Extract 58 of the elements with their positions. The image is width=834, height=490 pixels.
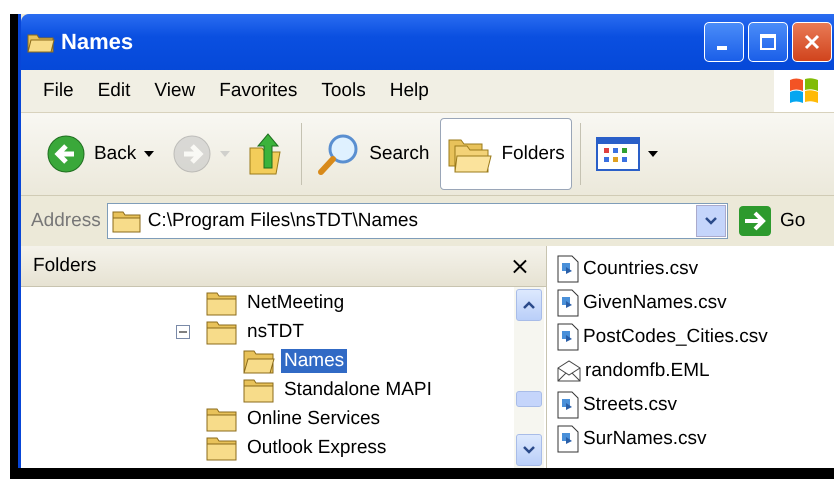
tree-item[interactable]: Online Services	[244, 406, 384, 430]
minimize-icon	[717, 46, 727, 50]
scroll-thumb[interactable]	[516, 391, 542, 407]
envelope-icon	[557, 360, 581, 382]
caret-icon	[648, 151, 658, 157]
go-button[interactable]: Go	[734, 205, 834, 237]
minimize-button[interactable]	[704, 22, 744, 62]
menu-item[interactable]: Edit	[86, 80, 142, 102]
folder-icon	[206, 290, 238, 316]
menu-item[interactable]: Favorites	[207, 80, 310, 102]
document-icon	[557, 425, 579, 453]
folder-icon	[206, 406, 238, 432]
file-name[interactable]: randomfb.EML	[585, 360, 710, 382]
close-icon	[803, 33, 821, 51]
folder-icon	[243, 376, 275, 402]
collapse-icon[interactable]	[176, 324, 190, 338]
menu-item[interactable]: Help	[378, 80, 441, 102]
scrollbar[interactable]	[514, 287, 544, 468]
chevron-down-icon	[522, 445, 536, 455]
address-field[interactable]: C:\Program Files\nsTDT\Names	[106, 203, 728, 239]
menu-item[interactable]: File	[31, 80, 86, 102]
maximize-button[interactable]	[748, 22, 788, 62]
maximize-icon	[759, 33, 777, 51]
menu-item[interactable]: Tools	[309, 80, 378, 102]
close-button[interactable]	[792, 22, 832, 62]
address-label: Address	[31, 210, 101, 232]
document-icon	[557, 289, 579, 317]
file-name[interactable]: PostCodes_Cities.csv	[583, 326, 768, 348]
view-grid-icon	[596, 137, 640, 171]
file-name[interactable]: Streets.csv	[583, 394, 677, 416]
window-title: Names	[61, 29, 134, 55]
document-icon	[557, 323, 579, 351]
back-button[interactable]: Back	[39, 118, 162, 190]
dropdown-button[interactable]	[696, 205, 726, 237]
chevron-down-icon	[705, 217, 717, 225]
folder-icon	[112, 209, 142, 233]
document-icon	[557, 255, 579, 283]
menu-item[interactable]: View	[142, 80, 208, 102]
pane-title: Folders	[33, 255, 96, 277]
caret-icon	[144, 151, 154, 157]
folder-icon	[206, 318, 238, 344]
file-name[interactable]: GivenNames.csv	[583, 292, 727, 314]
tree-item[interactable]: Outlook Express	[244, 436, 390, 460]
folders-button[interactable]: Folders	[440, 118, 572, 190]
folder-icon	[243, 348, 275, 374]
windows-logo-icon	[774, 70, 834, 112]
folder-icon	[206, 434, 238, 460]
close-button[interactable]: ×	[506, 254, 534, 278]
chevron-up-icon	[522, 300, 536, 310]
file-name[interactable]: Countries.csv	[583, 258, 698, 280]
caret-icon	[220, 151, 230, 157]
tree-item[interactable]: nsTDT	[244, 320, 307, 344]
tree-item[interactable]: NetMeeting	[244, 290, 348, 314]
tree-item[interactable]: Names	[281, 348, 348, 372]
search-button[interactable]: Search	[310, 118, 436, 190]
tree-item[interactable]: Standalone MAPI	[281, 378, 435, 402]
document-icon	[557, 391, 579, 419]
file-name[interactable]: SurNames.csv	[583, 428, 707, 450]
